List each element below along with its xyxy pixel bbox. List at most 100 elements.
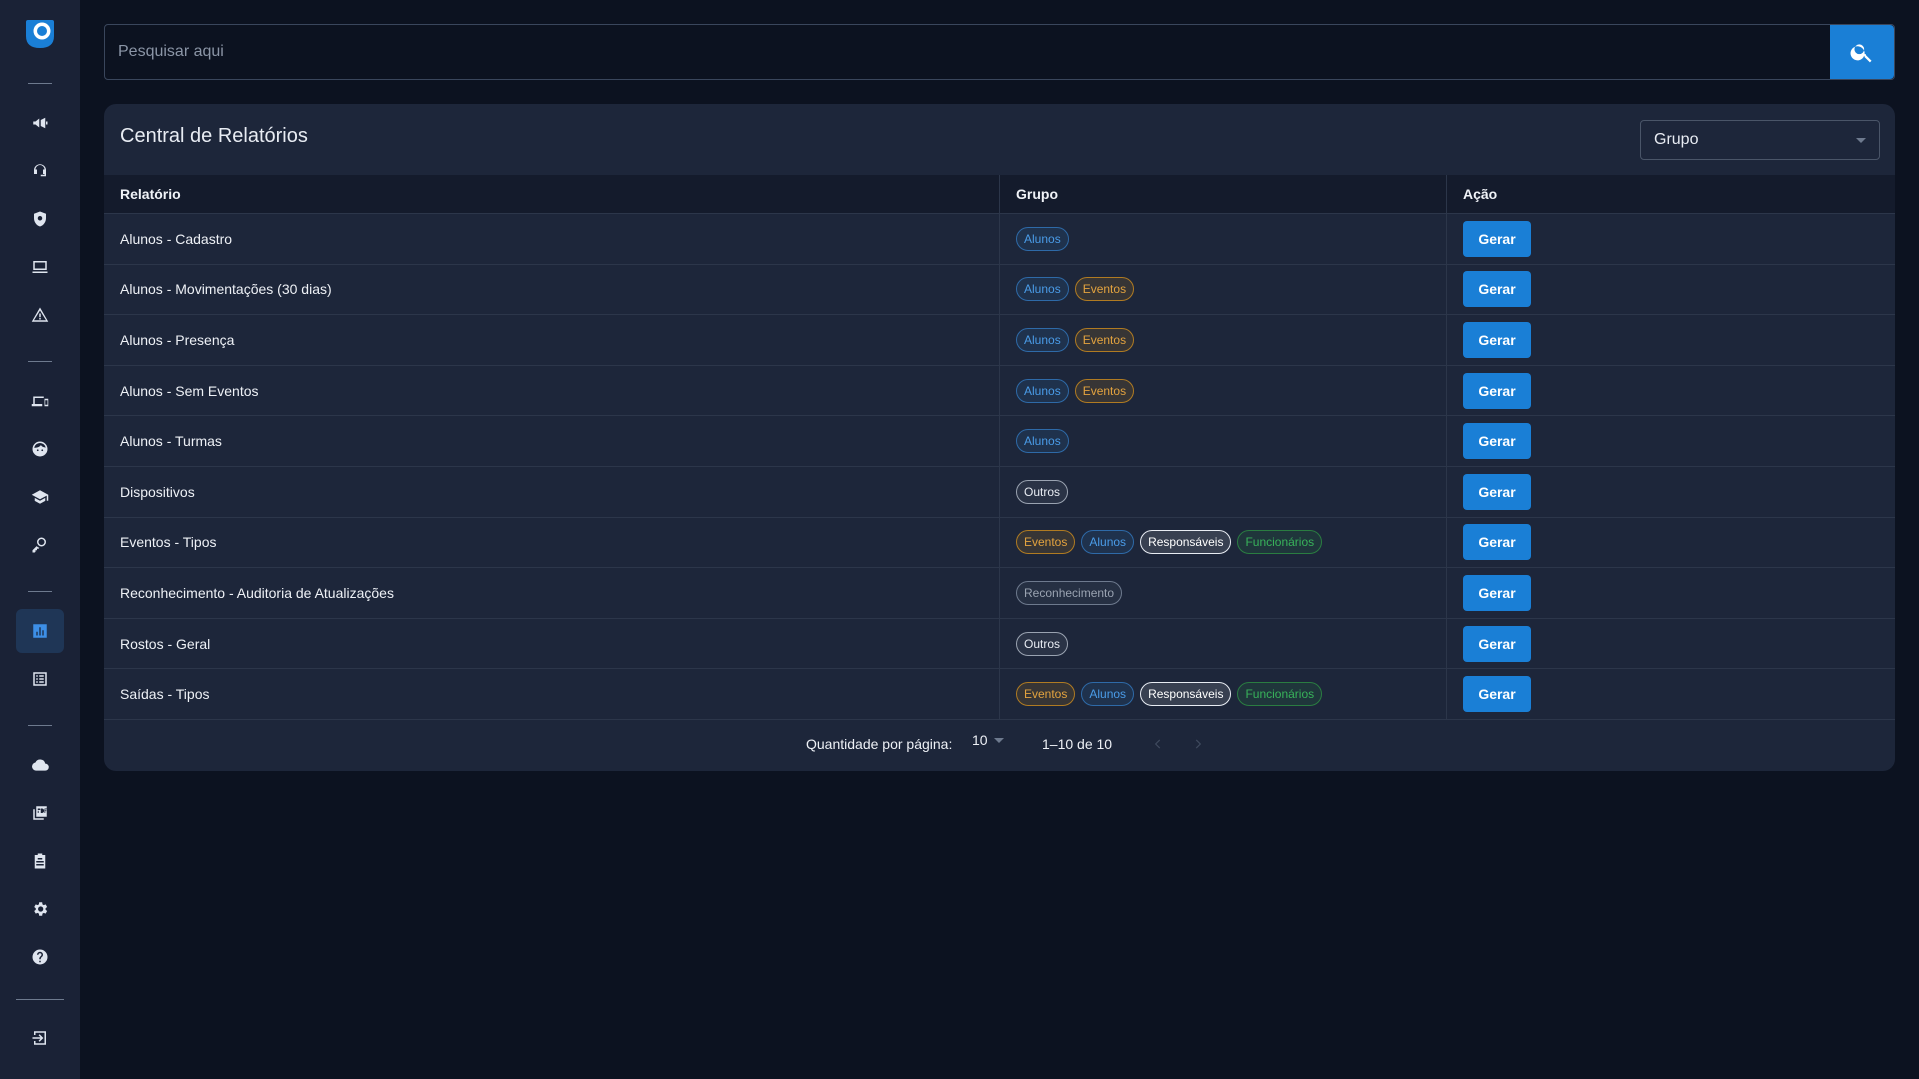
table-row: Saídas - Tipos Eventos Alunos Responsáve… (104, 668, 1895, 719)
sidebar-divider (16, 999, 64, 1000)
bar-chart-icon[interactable] (16, 609, 64, 653)
chip-reconhecimento: Reconhecimento (1016, 580, 1123, 605)
pdf-icon[interactable] (24, 797, 56, 829)
table-row: Alunos - Sem Eventos Alunos Eventos Gera… (104, 364, 1895, 416)
clipboard-icon[interactable] (24, 845, 56, 877)
rows-per-page-label: Quantidade por página: (806, 736, 953, 752)
header-group[interactable]: Grupo (1000, 175, 1447, 213)
generate-button[interactable]: Gerar (1463, 574, 1531, 611)
chip-responsaveis: Responsáveis (1140, 682, 1232, 707)
action-cell: Gerar (1447, 467, 1895, 517)
table-row: Alunos - Turmas Alunos Gerar (104, 415, 1895, 466)
group-filter-select[interactable]: Grupo (1640, 120, 1880, 160)
header-action[interactable]: Ação (1447, 175, 1895, 213)
page-range: 1–10 de 10 (1042, 736, 1113, 752)
search-button[interactable] (1830, 25, 1894, 79)
report-name: Eventos - Tipos (104, 517, 1000, 568)
header-report[interactable]: Relatório (104, 175, 1000, 213)
chip-alunos: Alunos (1016, 429, 1069, 454)
generate-button[interactable]: Gerar (1463, 423, 1531, 460)
app-logo[interactable] (24, 18, 56, 50)
reports-table: Relatório Grupo Ação Alunos - Cadastro A… (104, 175, 1895, 719)
face-icon[interactable] (24, 433, 56, 465)
chevron-down-icon (1856, 137, 1866, 143)
action-cell: Gerar (1447, 214, 1895, 264)
generate-button[interactable]: Gerar (1463, 321, 1531, 358)
logout-icon[interactable] (24, 1022, 56, 1054)
table-row: Alunos - Presença Alunos Eventos Gerar (104, 314, 1895, 365)
sidebar (0, 0, 80, 1079)
action-cell: Gerar (1447, 518, 1895, 568)
search-bar (104, 24, 1895, 80)
report-name: Rostos - Geral (104, 618, 1000, 669)
generate-button[interactable]: Gerar (1463, 524, 1531, 561)
table-row: Reconhecimento - Auditoria de Atualizaçõ… (104, 567, 1895, 618)
person-key-icon[interactable] (24, 529, 56, 561)
table-row: Rostos - Geral Outros Gerar (104, 617, 1895, 669)
gear-icon[interactable] (24, 893, 56, 925)
rows-per-page-value: 10 (972, 732, 988, 748)
chip-alunos: Alunos (1081, 530, 1135, 555)
report-name: Saídas - Tipos (104, 669, 1000, 719)
rows-per-page-select[interactable]: 10 (972, 732, 1004, 748)
group-cell: Alunos Eventos (1000, 315, 1447, 365)
chip-alunos: Alunos (1016, 277, 1069, 302)
action-cell: Gerar (1447, 416, 1895, 466)
action-cell: Gerar (1447, 366, 1895, 416)
app-root: Central de Relatórios Grupo Relatório Gr… (0, 0, 1919, 1079)
chip-alunos: Alunos (1016, 378, 1069, 403)
chevron-down-icon (993, 737, 1004, 743)
chip-alunos: Alunos (1081, 682, 1135, 707)
chip-eventos: Eventos (1074, 277, 1135, 302)
support-agent-icon[interactable] (24, 155, 56, 187)
group-cell: Alunos Eventos (1000, 365, 1447, 416)
warning-icon[interactable] (24, 299, 56, 331)
generate-button[interactable]: Gerar (1463, 625, 1531, 662)
table-row: Alunos - Movimentações (30 dias) Alunos … (104, 263, 1895, 315)
group-filter-label: Grupo (1654, 131, 1699, 148)
group-cell: Alunos (1000, 214, 1447, 264)
pagination: Quantidade por página: 10 1–10 de 10 (104, 719, 1895, 771)
shield-icon[interactable] (24, 203, 56, 235)
megaphone-icon[interactable] (24, 107, 56, 139)
chip-eventos: Eventos (1016, 682, 1076, 707)
action-cell: Gerar (1447, 669, 1895, 719)
table-row: Eventos - Tipos Eventos Alunos Responsáv… (104, 516, 1895, 568)
devices-icon[interactable] (24, 385, 56, 417)
chip-outros: Outros (1016, 479, 1069, 504)
search-input[interactable] (105, 25, 1830, 79)
report-name: Alunos - Presença (104, 315, 1000, 365)
sidebar-divider (28, 83, 52, 84)
action-cell: Gerar (1447, 619, 1895, 669)
graduation-cap-icon[interactable] (24, 481, 56, 513)
help-icon[interactable] (24, 941, 56, 973)
report-name: Alunos - Turmas (104, 416, 1000, 466)
chip-eventos: Eventos (1074, 327, 1135, 352)
monitor-icon[interactable] (24, 251, 56, 283)
report-name: Dispositivos (104, 466, 1000, 517)
sidebar-divider (28, 725, 52, 726)
search-icon (1850, 44, 1872, 63)
generate-button[interactable]: Gerar (1463, 372, 1531, 409)
group-cell: Alunos Eventos (1000, 264, 1447, 315)
cloud-icon[interactable] (24, 749, 56, 781)
list-icon[interactable] (24, 663, 56, 695)
generate-button[interactable]: Gerar (1463, 473, 1531, 510)
chip-eventos: Eventos (1016, 530, 1076, 555)
table-header: Relatório Grupo Ação (104, 175, 1895, 213)
report-name: Alunos - Movimentações (30 dias) (104, 264, 1000, 315)
group-cell: Reconhecimento (1000, 568, 1447, 618)
chip-funcionarios: Funcionários (1237, 530, 1323, 555)
chip-outros: Outros (1016, 631, 1069, 656)
generate-button[interactable]: Gerar (1463, 220, 1531, 257)
page-title: Central de Relatórios (120, 125, 308, 147)
chip-alunos: Alunos (1016, 226, 1069, 251)
action-cell: Gerar (1447, 315, 1895, 365)
generate-button[interactable]: Gerar (1463, 271, 1531, 308)
report-name: Alunos - Sem Eventos (104, 365, 1000, 416)
next-page-button[interactable] (1186, 732, 1210, 756)
prev-page-button[interactable] (1146, 732, 1170, 756)
generate-button[interactable]: Gerar (1463, 676, 1531, 713)
sidebar-divider (28, 591, 52, 592)
chevron-left-icon (1154, 739, 1161, 749)
